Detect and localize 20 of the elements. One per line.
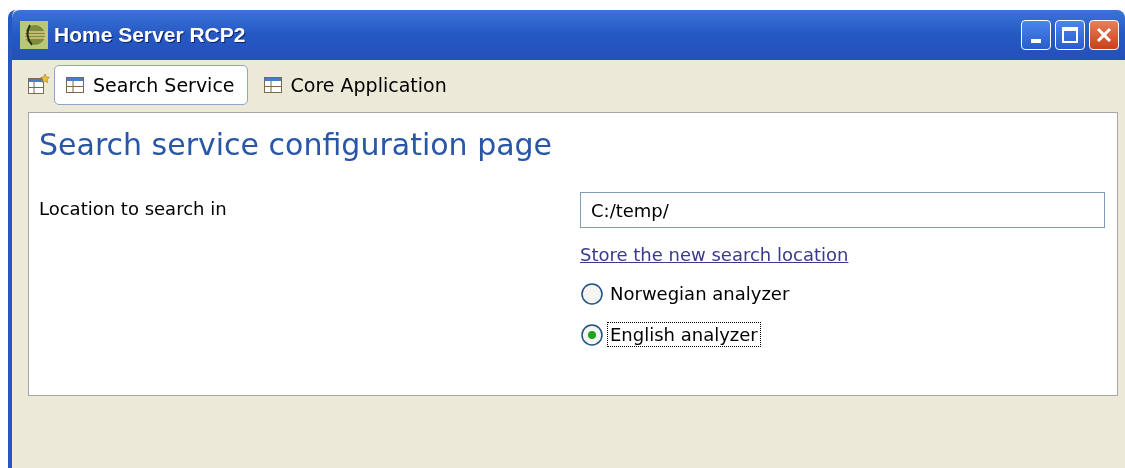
table-icon	[65, 75, 85, 95]
minimize-button[interactable]	[1021, 20, 1051, 50]
app-icon	[20, 21, 48, 49]
window-title: Home Server RCP2	[54, 23, 247, 47]
maximize-icon	[1061, 26, 1079, 44]
close-icon	[1095, 26, 1113, 44]
maximize-button[interactable]	[1055, 20, 1085, 50]
location-field[interactable]: C:/temp/	[580, 192, 1105, 228]
perspective-tab[interactable]: Search Service	[54, 65, 248, 105]
radio-icon	[580, 322, 604, 347]
radio-icon	[580, 281, 604, 306]
open-perspective-icon[interactable]	[26, 73, 50, 97]
perspective-tab[interactable]: Core Application	[251, 65, 460, 105]
table-icon	[262, 75, 283, 95]
page-heading: Search service configuration page	[39, 127, 554, 162]
field-label: Location to search in	[39, 197, 228, 221]
store-location-link[interactable]: Store the new search location	[580, 244, 849, 265]
minimize-icon	[1031, 39, 1041, 43]
close-button[interactable]	[1089, 20, 1119, 50]
radio-button[interactable]: Norwegian analyzer	[580, 281, 793, 306]
